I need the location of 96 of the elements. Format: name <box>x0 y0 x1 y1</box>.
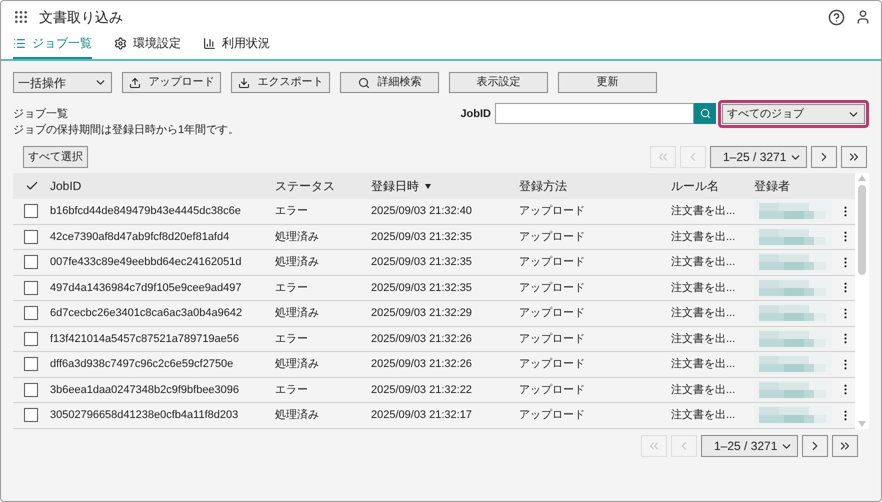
table-cell: 2025/09/03 21:32:17 <box>371 409 472 421</box>
table-cell: アップロード <box>519 282 585 294</box>
table-cell: 2025/09/03 21:32:35 <box>371 282 472 294</box>
table-cell: 注文書を出... <box>671 384 736 396</box>
app-grid-icon[interactable] <box>13 9 29 25</box>
column-header[interactable]: ルール名 <box>671 177 719 195</box>
table-cell: 注文書を出... <box>671 358 736 370</box>
table-cell: エラー <box>275 332 308 344</box>
column-header[interactable]: 登録方法 <box>519 177 567 195</box>
table-cell: 3b6eea1daa0247348b2c9f9bfbee3096 <box>50 384 240 396</box>
sort-descending-icon[interactable] <box>425 184 431 188</box>
table-cell: 2025/09/03 21:32:26 <box>371 358 472 370</box>
column-header[interactable]: 登録者 <box>754 177 790 195</box>
table-cell: 処理済み <box>275 307 319 319</box>
last-page-button[interactable] <box>841 146 867 168</box>
page-range-dropdown[interactable]: 1–25 / 3271 <box>710 146 807 168</box>
column-header[interactable]: ステータス <box>275 177 335 195</box>
page-range-dropdown[interactable]: 1–25 / 3271 <box>701 435 798 457</box>
row-checkbox[interactable] <box>24 408 38 422</box>
toolbar-button[interactable]: 更新 <box>558 72 657 93</box>
bulk-action-dropdown[interactable]: 一括操作 <box>13 72 112 93</box>
table-cell: 2025/09/03 21:32:35 <box>371 230 472 242</box>
jobid-search-field[interactable] <box>495 103 694 124</box>
table-cell: 注文書を出... <box>671 307 736 319</box>
table-cell: 注文書を出... <box>671 230 736 242</box>
row-checkbox[interactable] <box>24 357 38 372</box>
app-title: 文書取り込み <box>39 8 123 26</box>
table-cell: 2025/09/03 21:32:29 <box>371 307 472 319</box>
table-cell: 2025/09/03 21:32:35 <box>371 256 472 268</box>
row-checkbox[interactable] <box>24 332 38 346</box>
toolbar-button[interactable]: エクスポート <box>231 72 330 93</box>
section-heading: ジョブ一覧 <box>13 106 69 122</box>
row-checkbox[interactable] <box>24 382 38 397</box>
column-header[interactable]: 登録日時 <box>371 177 419 195</box>
bar-chart-icon <box>203 36 216 50</box>
table-cell: アップロード <box>519 205 585 217</box>
table-cell: エラー <box>275 282 308 294</box>
tab[interactable]: 利用状況 <box>203 34 270 59</box>
select-all-button[interactable]: すべて選択 <box>23 146 88 168</box>
table-cell: 処理済み <box>275 230 319 242</box>
help-icon[interactable] <box>828 8 845 26</box>
next-page-button[interactable] <box>802 435 828 457</box>
table-cell: 6d7cecbc26e3401c8ca6ac3a0b4a9642 <box>50 307 242 319</box>
jobid-label: JobID <box>460 107 491 122</box>
user-icon[interactable] <box>855 9 871 25</box>
last-page-button[interactable] <box>832 435 858 457</box>
table-cell: アップロード <box>519 409 585 421</box>
table-cell: アップロード <box>519 384 585 396</box>
row-checkbox[interactable] <box>24 255 38 270</box>
tab[interactable]: 環境設定 <box>114 34 181 59</box>
table-cell: エラー <box>275 205 308 217</box>
table-cell: dff6a3d938c7497c96c2c6e59cf2750e <box>50 358 234 370</box>
job-filter-dropdown[interactable]: すべてのジョブ <box>722 104 865 124</box>
table-cell: 注文書を出... <box>671 256 736 268</box>
table-cell: 注文書を出... <box>671 205 736 217</box>
table-cell: 497d4a1436984c7d9f105e9cee9ad497 <box>50 282 242 294</box>
table-cell: 2025/09/03 21:32:26 <box>371 332 472 344</box>
table-cell: アップロード <box>519 332 585 344</box>
table-cell: 処理済み <box>275 358 319 370</box>
row-checkbox[interactable] <box>24 306 38 320</box>
table-cell: アップロード <box>519 307 585 319</box>
download-icon <box>238 76 250 88</box>
table-cell: アップロード <box>519 230 585 242</box>
next-page-button[interactable] <box>811 146 837 168</box>
table-cell: 注文書を出... <box>671 282 736 294</box>
scrollbar[interactable] <box>855 173 869 429</box>
retention-note: ジョブの保持期間は登録日時から1年間です。 <box>13 122 240 138</box>
search-button[interactable] <box>694 103 716 124</box>
upload-icon <box>128 76 140 88</box>
toolbar-button[interactable]: 詳細検索 <box>340 72 439 93</box>
row-checkbox[interactable] <box>24 230 38 244</box>
table-cell: f13f421014a5457c87521a789719ae56 <box>50 332 240 344</box>
tab[interactable]: ジョブ一覧 <box>13 34 92 59</box>
table-cell: アップロード <box>519 358 585 370</box>
table-cell: b16bfcd44de849479b43e4445dc38c6e <box>50 205 241 217</box>
table-cell: アップロード <box>519 256 585 268</box>
table-cell: 007fe433c89e49eebbd64ec24162051d <box>50 256 242 268</box>
table-cell: 注文書を出... <box>671 332 736 344</box>
list-icon <box>13 36 26 50</box>
table-cell: 処理済み <box>275 256 319 268</box>
search-icon <box>700 108 710 119</box>
toolbar-button[interactable]: アップロード <box>122 72 221 93</box>
gear-icon <box>114 36 127 50</box>
table-cell: 注文書を出... <box>671 409 736 421</box>
scrollbar-thumb[interactable] <box>858 185 866 275</box>
table-cell: エラー <box>275 384 308 396</box>
search-icon <box>358 76 370 88</box>
row-checkbox[interactable] <box>24 204 38 218</box>
column-header[interactable]: JobID <box>50 177 82 195</box>
table-cell: 30502796658d41238e0cfb4a11f8d203 <box>50 409 238 421</box>
toolbar-button[interactable]: 表示設定 <box>449 72 548 93</box>
table-cell: 2025/09/03 21:32:40 <box>371 205 472 217</box>
table-cell: 2025/09/03 21:32:22 <box>371 384 472 396</box>
table-cell: 処理済み <box>275 409 319 421</box>
row-checkbox[interactable] <box>24 280 38 295</box>
table-cell: 42ce7390af8d47ab9fcf8d20ef81afd4 <box>50 230 230 242</box>
